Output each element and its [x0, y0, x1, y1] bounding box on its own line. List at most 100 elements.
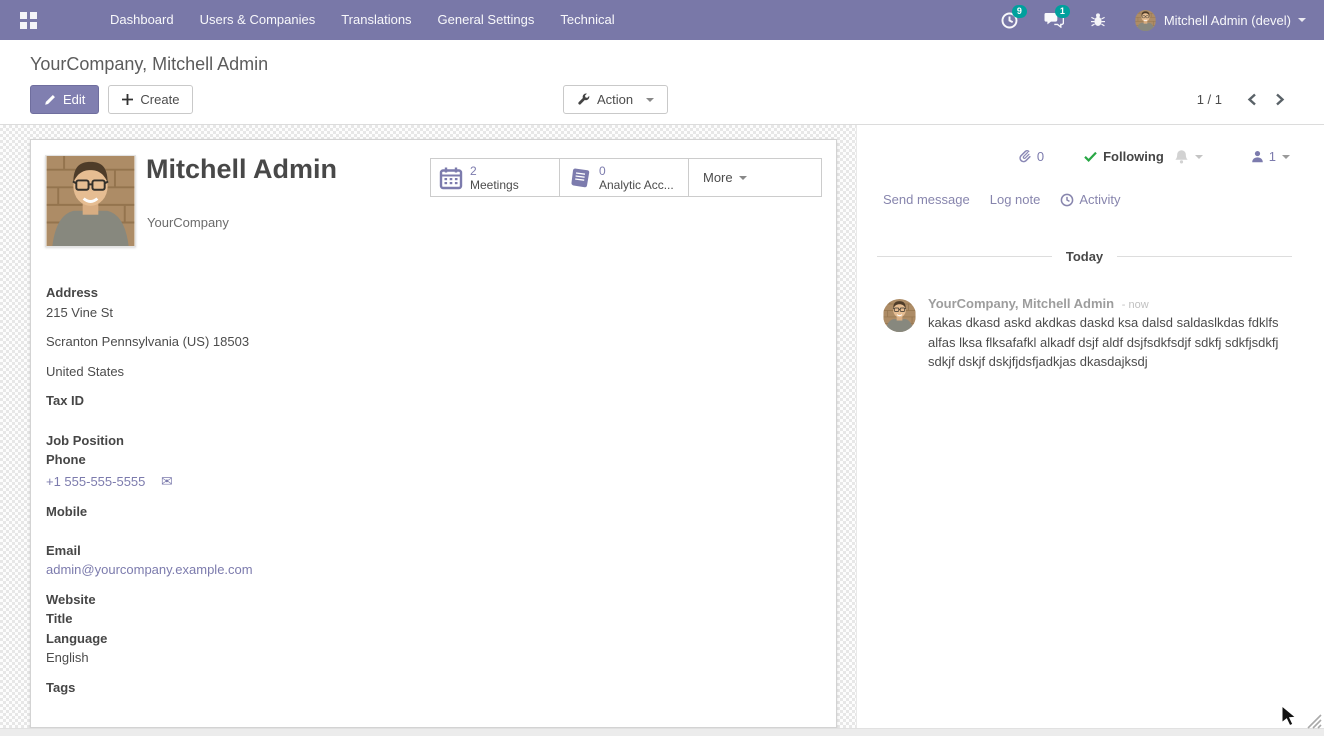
log-note-button[interactable]: Log note	[990, 192, 1041, 207]
address-label: Address	[46, 283, 566, 302]
language-label: Language	[46, 629, 566, 648]
stat-button-box: 2 Meetings 0 Analytic Acc... More	[431, 158, 822, 197]
message-author[interactable]: YourCompany, Mitchell Admin	[928, 296, 1114, 311]
apps-grid-square	[20, 22, 27, 29]
phone-link[interactable]: +1 555-555-5555	[46, 474, 145, 489]
plus-icon	[122, 94, 133, 105]
analytic-accounts-count: 0	[599, 164, 674, 178]
action-label: Action	[597, 92, 633, 107]
navbar-menus: Dashboard Users & Companies Translations…	[97, 0, 628, 40]
menu-dashboard[interactable]: Dashboard	[97, 0, 187, 40]
chevron-right-icon	[1275, 93, 1285, 106]
pager-next-button[interactable]	[1266, 89, 1294, 110]
clock-icon	[1060, 193, 1074, 207]
partner-company-link[interactable]: YourCompany	[147, 215, 229, 230]
language-value: English	[46, 648, 566, 667]
menu-technical[interactable]: Technical	[547, 0, 627, 40]
person-icon	[1251, 150, 1264, 163]
chevron-down-icon	[646, 98, 654, 102]
edit-button[interactable]: Edit	[30, 85, 99, 114]
chevron-down-icon	[1195, 155, 1203, 159]
messages-button[interactable]: 1	[1044, 12, 1064, 28]
attachments-count: 0	[1037, 149, 1044, 164]
address-street: 215 Vine St	[46, 303, 566, 322]
partner-name: Mitchell Admin	[146, 154, 337, 185]
website-label: Website	[46, 590, 566, 609]
followers-count: 1	[1269, 149, 1276, 164]
calendar-icon	[439, 166, 463, 190]
bug-icon	[1090, 12, 1106, 28]
action-dropdown[interactable]: Action	[563, 85, 668, 114]
divider-line	[877, 256, 1052, 257]
user-name: Mitchell Admin (devel)	[1164, 13, 1291, 28]
messages-badge: 1	[1055, 5, 1070, 18]
action-dropdown-wrap: Action	[563, 85, 668, 114]
subscription-bell-dropdown[interactable]	[1174, 149, 1203, 164]
divider-text: Today	[1066, 249, 1103, 264]
create-button[interactable]: Create	[108, 85, 193, 114]
email-link[interactable]: admin@yourcompany.example.com	[46, 562, 253, 577]
pencil-icon	[44, 94, 56, 106]
email-label: Email	[46, 541, 566, 560]
followers-dropdown[interactable]: 1	[1251, 149, 1290, 164]
pager-value: 1 / 1	[1197, 92, 1222, 107]
chatter-message: YourCompany, Mitchell Admin - now kakas …	[883, 296, 1294, 372]
mobile-label: Mobile	[46, 502, 566, 521]
debug-button[interactable]	[1090, 12, 1106, 28]
user-avatar	[1135, 10, 1156, 31]
pager: 1 / 1	[1197, 85, 1294, 114]
apps-grid-square	[30, 12, 37, 19]
following-button[interactable]: Following	[1084, 149, 1164, 164]
menu-translations[interactable]: Translations	[328, 0, 424, 40]
navbar-systray: 9 1 Mitchell Admin (devel)	[988, 10, 1306, 31]
analytic-accounts-stat-button[interactable]: 0 Analytic Acc...	[559, 158, 689, 197]
bottom-scrollbar-track[interactable]	[0, 728, 1324, 736]
form-sheet: Mitchell Admin YourCompany 2 Meetings	[30, 139, 837, 728]
breadcrumb: YourCompany, Mitchell Admin	[30, 54, 268, 75]
control-panel: YourCompany, Mitchell Admin Edit Create …	[0, 40, 1324, 125]
activity-label: Activity	[1079, 192, 1120, 207]
activities-button[interactable]: 9	[1001, 12, 1018, 29]
apps-grid-square	[30, 22, 37, 29]
address-city-line: Scranton Pennsylvania (US) 18503	[46, 332, 566, 351]
partner-photo[interactable]	[45, 155, 136, 247]
sms-envelope-icon[interactable]: ✉	[161, 473, 173, 489]
top-navbar: Dashboard Users & Companies Translations…	[0, 0, 1324, 40]
edit-button-label: Edit	[63, 92, 85, 107]
send-message-button[interactable]: Send message	[883, 192, 970, 207]
message-avatar	[883, 299, 916, 332]
content-area: Mitchell Admin YourCompany 2 Meetings	[0, 125, 1324, 736]
menu-general-settings[interactable]: General Settings	[425, 0, 548, 40]
tags-label: Tags	[46, 678, 566, 697]
resize-grip-icon[interactable]	[1305, 712, 1322, 729]
chevron-down-icon	[739, 176, 747, 180]
chatter-panel: 0 Following 1	[856, 125, 1324, 736]
create-button-label: Create	[140, 92, 179, 107]
following-label: Following	[1103, 149, 1164, 164]
meetings-label: Meetings	[470, 178, 519, 192]
meetings-stat-button[interactable]: 2 Meetings	[430, 158, 560, 197]
phone-row: +1 555-555-5555 ✉	[46, 472, 566, 491]
schedule-activity-button[interactable]: Activity	[1060, 192, 1120, 207]
divider-line	[1117, 256, 1292, 257]
user-menu[interactable]: Mitchell Admin (devel)	[1119, 10, 1306, 31]
date-divider: Today	[877, 249, 1292, 264]
message-body: YourCompany, Mitchell Admin - now kakas …	[928, 296, 1292, 372]
check-icon	[1084, 151, 1097, 162]
tax-id-label: Tax ID	[46, 391, 566, 410]
chatter-actions: Send message Log note Activity	[883, 192, 1141, 207]
menu-users-companies[interactable]: Users & Companies	[187, 0, 329, 40]
email-row: admin@yourcompany.example.com	[46, 560, 566, 579]
more-dropdown[interactable]: More	[688, 158, 822, 197]
chevron-down-icon	[1282, 155, 1290, 159]
apps-grid-square	[20, 12, 27, 19]
chevron-down-icon	[1298, 18, 1306, 22]
apps-menu-icon[interactable]	[20, 12, 37, 29]
attachments-button[interactable]: 0	[1018, 149, 1044, 164]
message-header: YourCompany, Mitchell Admin - now	[928, 296, 1292, 311]
pager-previous-button[interactable]	[1238, 89, 1266, 110]
message-text: kakas dkasd askd akdkas daskd ksa dalsd …	[928, 313, 1292, 372]
paperclip-icon	[1018, 149, 1032, 164]
more-label: More	[703, 170, 733, 185]
field-column: Address 215 Vine St Scranton Pennsylvani…	[46, 283, 566, 697]
